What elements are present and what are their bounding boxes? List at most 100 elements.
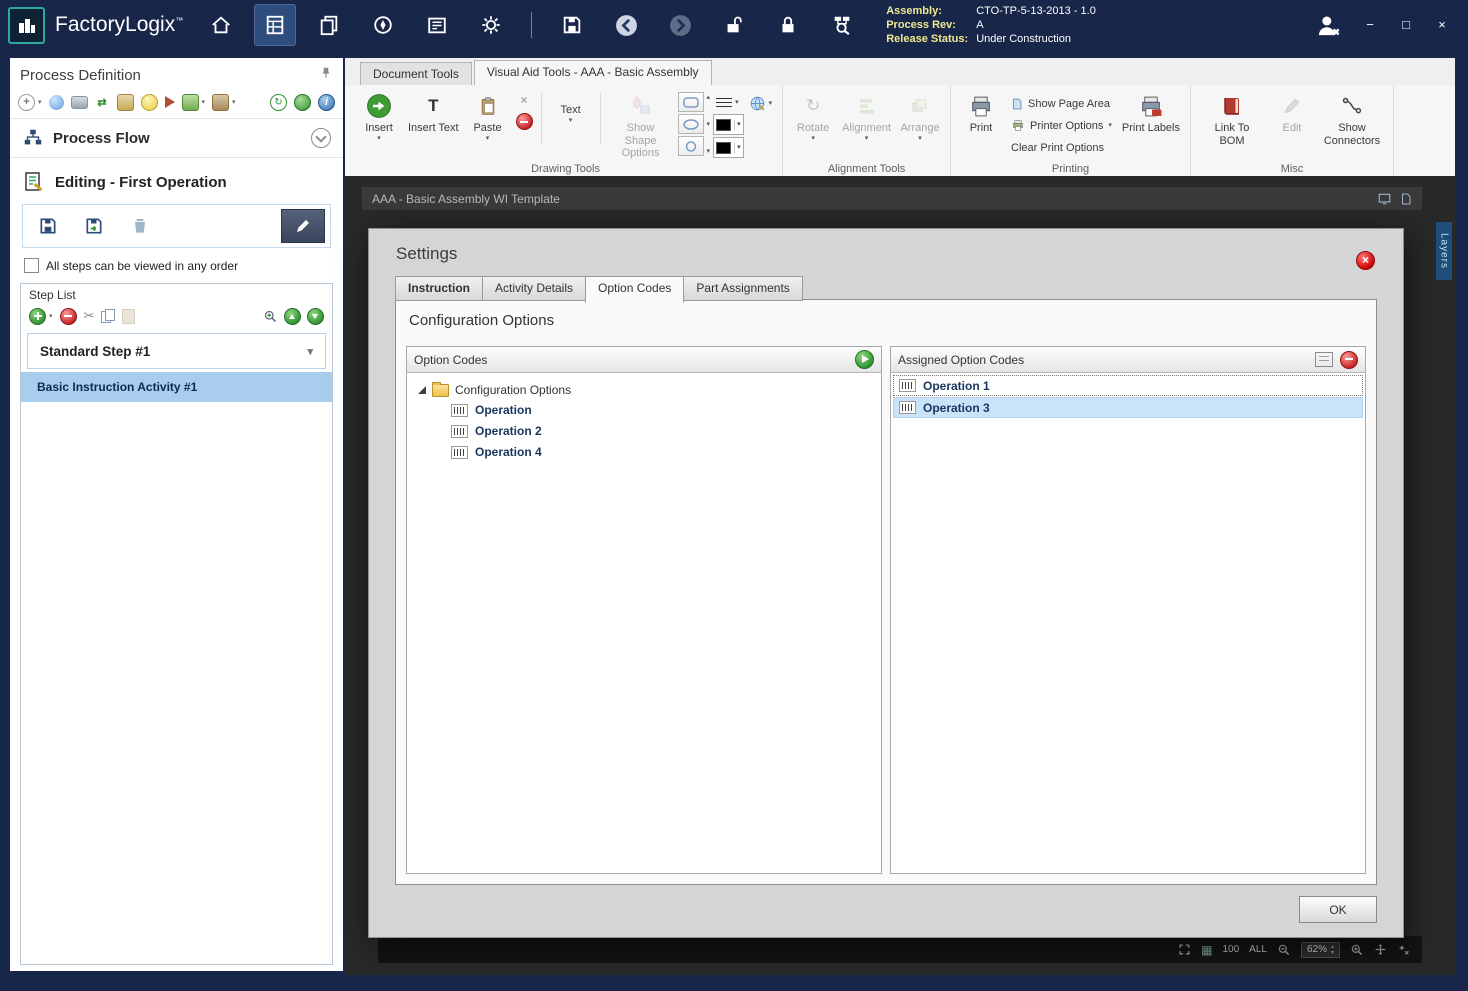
zoom-down-icon[interactable]: ▾: [1331, 950, 1334, 956]
all-pages-indicator[interactable]: ALL: [1249, 944, 1267, 955]
close-button[interactable]: ×: [1434, 16, 1450, 34]
delete-icon[interactable]: ×: [521, 94, 528, 106]
maximize-button[interactable]: □: [1398, 16, 1414, 34]
link-to-bom-button[interactable]: Link To BOM: [1198, 89, 1266, 149]
show-page-area-button[interactable]: Show Page Area: [1007, 93, 1116, 114]
navigator-button[interactable]: [369, 11, 397, 39]
back-button[interactable]: [612, 11, 640, 39]
dropdown-caret-icon[interactable]: ▾: [49, 312, 53, 320]
move-down-button[interactable]: [307, 307, 324, 325]
paste-icon[interactable]: [122, 308, 136, 324]
zoom-out-icon[interactable]: [1277, 943, 1291, 957]
scroll-down-icon[interactable]: ▾: [707, 121, 711, 129]
save-button[interactable]: [558, 11, 586, 39]
rotate-button[interactable]: ↻ Rotate ▾: [790, 89, 836, 144]
tree-item[interactable]: Operation: [411, 400, 877, 421]
remove-shape-button[interactable]: [515, 113, 533, 130]
tree-root-row[interactable]: Configuration Options: [411, 380, 877, 400]
save-template-button[interactable]: [74, 211, 114, 241]
ok-button[interactable]: OK: [1299, 896, 1377, 923]
save-operation-button[interactable]: [28, 211, 68, 241]
show-connectors-button[interactable]: Show Connectors: [1318, 89, 1386, 149]
add-step-button[interactable]: [29, 307, 46, 325]
documents-button[interactable]: [315, 11, 343, 39]
dropdown-caret-icon[interactable]: ▾: [202, 98, 206, 106]
dropdown-caret-icon[interactable]: ▾: [38, 98, 42, 106]
ellipse-shape-button[interactable]: [677, 114, 704, 134]
paste-button[interactable]: Paste ▾: [465, 89, 511, 144]
layers-tab[interactable]: Layers: [1436, 222, 1452, 280]
tree-item[interactable]: Operation 2: [411, 421, 877, 442]
show-shape-options-button[interactable]: Show Shape Options: [607, 89, 675, 162]
edit-assignments-button[interactable]: [1315, 352, 1333, 367]
logout-user-button[interactable]: [1314, 11, 1342, 39]
rounded-rect-shape-button[interactable]: [677, 92, 704, 112]
pin-button[interactable]: [319, 66, 333, 84]
zoom-in-icon[interactable]: [1350, 943, 1364, 957]
insert-text-button[interactable]: T Insert Text: [405, 89, 462, 137]
tree-expander-icon[interactable]: [418, 385, 426, 394]
refresh-icon[interactable]: ↻: [270, 93, 287, 111]
assign-option-button[interactable]: [855, 350, 874, 369]
delete-operation-button[interactable]: [120, 211, 160, 241]
hyperlink-button[interactable]: ▾: [746, 92, 776, 114]
scroll-up-icon[interactable]: ▴: [707, 94, 711, 102]
fill-color-picker[interactable]: ▾: [713, 137, 744, 158]
process-flow-row[interactable]: Process Flow: [10, 118, 343, 158]
dialog-close-button[interactable]: ×: [1356, 251, 1375, 270]
tab-document-tools[interactable]: Document Tools: [360, 62, 472, 85]
edit-mode-button[interactable]: [281, 209, 325, 243]
assigned-item[interactable]: Operation 1: [893, 375, 1363, 396]
tab-instruction[interactable]: Instruction: [395, 276, 483, 301]
tab-activity-details[interactable]: Activity Details: [482, 276, 587, 301]
collapse-chevron-icon[interactable]: [311, 128, 331, 148]
add-anchor-icon[interactable]: [1397, 943, 1410, 956]
print-labels-button[interactable]: Print Labels: [1119, 89, 1183, 137]
dropdown-caret-icon[interactable]: ▾: [232, 98, 236, 106]
unlock-button[interactable]: [720, 11, 748, 39]
process-audit-button[interactable]: [828, 11, 856, 39]
cut-icon[interactable]: ✂: [84, 308, 95, 324]
edit-button[interactable]: Edit: [1269, 89, 1315, 137]
tree-options-icon[interactable]: [181, 93, 199, 111]
print-icon[interactable]: [70, 95, 88, 109]
flag-icon[interactable]: [164, 96, 175, 108]
zoom-level-select[interactable]: 62% ▴ ▾: [1300, 941, 1340, 958]
forward-button[interactable]: [666, 11, 694, 39]
minimize-button[interactable]: −: [1362, 16, 1378, 34]
info-icon[interactable]: i: [318, 93, 335, 111]
line-color-picker[interactable]: ▾: [713, 114, 744, 135]
zoom-add-icon[interactable]: [263, 309, 278, 324]
page-layout-icon[interactable]: [1400, 192, 1412, 206]
arrange-button[interactable]: Arrange ▾: [897, 89, 943, 144]
view-mode-icon[interactable]: [1377, 192, 1392, 206]
lock-button[interactable]: [774, 11, 802, 39]
add-icon[interactable]: +: [18, 93, 35, 111]
copy-icon[interactable]: [101, 309, 116, 323]
tree-item[interactable]: Operation 4: [411, 442, 877, 463]
text-menu-button[interactable]: Text ▾: [548, 89, 594, 126]
assign-team-icon[interactable]: [116, 93, 134, 111]
transfer-icon[interactable]: ⇄: [95, 95, 110, 110]
insert-button[interactable]: Insert ▾: [356, 89, 402, 144]
alignment-button[interactable]: Alignment ▾: [839, 89, 894, 144]
any-order-checkbox[interactable]: [24, 258, 39, 273]
print-button[interactable]: Print: [958, 89, 1004, 137]
fit-view-icon[interactable]: [1178, 943, 1191, 956]
activity-row-selected[interactable]: Basic Instruction Activity #1: [21, 372, 332, 402]
line-style-button[interactable]: ▾: [713, 92, 744, 112]
pan-tool-icon[interactable]: [1374, 943, 1387, 956]
tab-part-assignments[interactable]: Part Assignments: [683, 276, 803, 301]
remove-assignment-button[interactable]: [1340, 350, 1358, 369]
publish-icon[interactable]: [48, 94, 64, 110]
grid-toggle-icon[interactable]: ▦: [1201, 943, 1212, 957]
more-shapes-icon[interactable]: ▾: [707, 148, 711, 156]
tab-visual-aid-tools[interactable]: Visual Aid Tools - AAA - Basic Assembly: [473, 60, 712, 85]
step-row[interactable]: Standard Step #1 ▾: [27, 333, 326, 369]
validate-icon[interactable]: [294, 93, 311, 111]
circle-shape-button[interactable]: [677, 136, 704, 156]
assigned-item-selected[interactable]: Operation 3: [893, 397, 1363, 418]
clear-print-options-button[interactable]: Clear Print Options: [1007, 137, 1116, 158]
remove-step-button[interactable]: [59, 307, 77, 325]
news-button[interactable]: [423, 11, 451, 39]
